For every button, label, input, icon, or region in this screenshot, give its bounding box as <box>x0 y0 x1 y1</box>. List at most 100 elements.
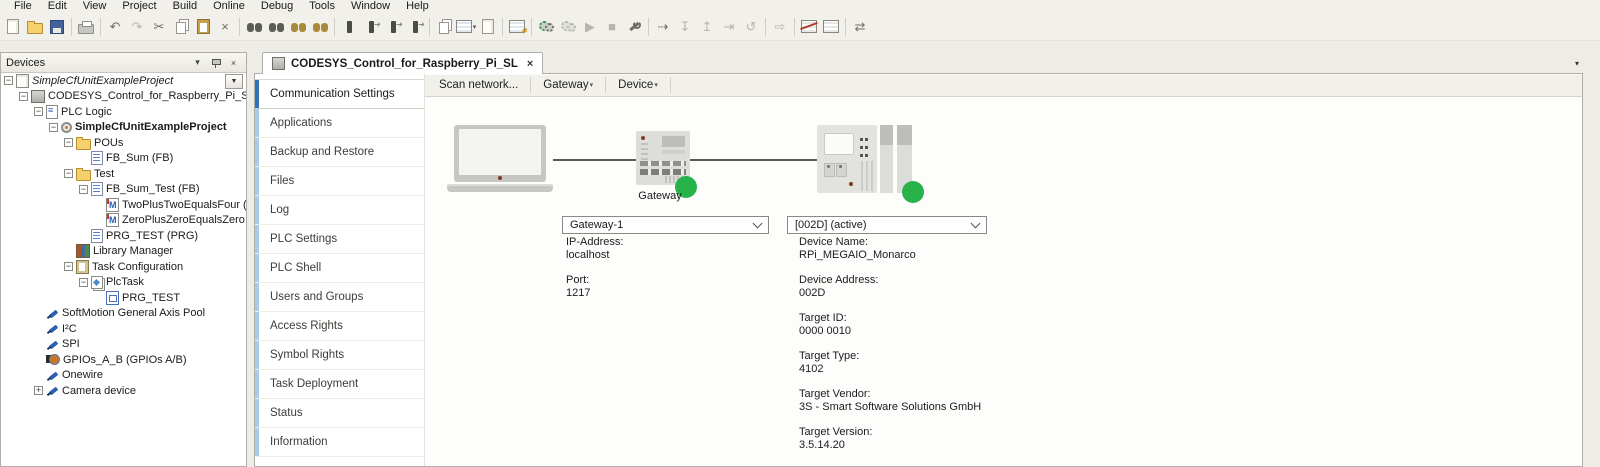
device-combo[interactable]: [002D] (active) <box>787 216 987 234</box>
menu-project[interactable]: Project <box>114 0 164 12</box>
menu-tools[interactable]: Tools <box>301 0 343 12</box>
menu-file[interactable]: File <box>6 0 40 12</box>
copy-button[interactable] <box>170 16 192 38</box>
tree-item-softmotion-general-axis-pool[interactable]: SoftMotion General Axis Pool <box>1 306 246 322</box>
find-button[interactable] <box>243 16 265 38</box>
tree-expander[interactable]: − <box>79 278 88 287</box>
display-mode-button[interactable] <box>798 16 820 38</box>
tree-item-fb-sum-test-fb[interactable]: −FB_Sum_Test (FB) <box>1 182 246 198</box>
menu-build[interactable]: Build <box>165 0 205 12</box>
project-dropdown-button[interactable]: ▼ <box>225 74 243 89</box>
menu-debug[interactable]: Debug <box>253 0 301 12</box>
clear-bookmarks-button[interactable] <box>404 16 426 38</box>
tree-item-codesys-control-for-raspberry-pi-sl-codesy[interactable]: −CODESYS_Control_for_Raspberry_Pi_SL (CO… <box>1 89 246 105</box>
step-into-button[interactable]: ↧ <box>674 16 696 38</box>
plc-device-graphic[interactable] <box>817 125 912 193</box>
paste-button[interactable] <box>192 16 214 38</box>
tree-item-fb-sum-fb[interactable]: FB_Sum (FB) <box>1 151 246 167</box>
nav-item-applications[interactable]: Applications <box>255 109 424 138</box>
tree-expander[interactable]: − <box>64 138 73 147</box>
nav-item-plc-settings[interactable]: PLC Settings <box>255 225 424 254</box>
tree-item-plctask[interactable]: −PlcTask <box>1 275 246 291</box>
tree-item-zeropluszeroequalszero-priv[interactable]: ZeroPlusZeroEqualsZero (priv <box>1 213 246 229</box>
tree-expander[interactable]: − <box>19 92 28 101</box>
tree-item-i-c[interactable]: I²C <box>1 321 246 337</box>
menu-help[interactable]: Help <box>398 0 437 12</box>
step-over-button[interactable]: ⇢ <box>652 16 674 38</box>
nav-item-users-and-groups[interactable]: Users and Groups <box>255 283 424 312</box>
logout-button[interactable] <box>557 16 579 38</box>
devices-close-button[interactable]: × <box>226 56 241 70</box>
refresh-button[interactable]: ⇄ <box>849 16 871 38</box>
replace-in-project-button[interactable] <box>309 16 331 38</box>
tree-expander[interactable]: − <box>79 185 88 194</box>
watch-button[interactable] <box>820 16 842 38</box>
tree-item-prg-test[interactable]: PRG_TEST <box>1 290 246 306</box>
tab-overflow-icon[interactable]: ▾ <box>1575 59 1579 68</box>
breakpoint-button[interactable]: ⇨ <box>769 16 791 38</box>
nav-item-task-deployment[interactable]: Task Deployment <box>255 370 424 399</box>
tree-expander[interactable]: − <box>64 169 73 178</box>
gateway-button[interactable]: Gateway▾ <box>533 78 603 92</box>
nav-item-access-rights[interactable]: Access Rights <box>255 312 424 341</box>
devices-dropdown-button[interactable]: ▾ <box>190 56 205 70</box>
tree-item-library-manager[interactable]: Library Manager <box>1 244 246 260</box>
step-out-button[interactable]: ↥ <box>696 16 718 38</box>
menu-edit[interactable]: Edit <box>40 0 75 12</box>
tree-item-prg-test-prg[interactable]: PRG_TEST (PRG) <box>1 228 246 244</box>
nav-item-backup-and-restore[interactable]: Backup and Restore <box>255 138 424 167</box>
tab-close-icon[interactable]: × <box>527 58 533 70</box>
nav-item-information[interactable]: Information <box>255 428 424 457</box>
nav-item-plc-shell[interactable]: PLC Shell <box>255 254 424 283</box>
reset-warm-button[interactable]: ↺ <box>740 16 762 38</box>
undo-button[interactable]: ↶ <box>104 16 126 38</box>
device-button[interactable]: Device▾ <box>608 78 668 92</box>
tree-item-test[interactable]: −Test <box>1 166 246 182</box>
nav-item-communication-settings[interactable]: Communication Settings <box>255 79 424 109</box>
redo-button[interactable]: ↷ <box>126 16 148 38</box>
stop-button[interactable]: ■ <box>601 16 623 38</box>
nav-item-files[interactable]: Files <box>255 167 424 196</box>
tree-item-simplecfunitexampleproject[interactable]: −SimpleCfUnitExampleProject <box>1 120 246 136</box>
toggle-bookmark-button[interactable] <box>338 16 360 38</box>
tree-expander[interactable]: − <box>4 76 13 85</box>
tree-item-camera-device[interactable]: +Camera device <box>1 383 246 399</box>
menu-online[interactable]: Online <box>205 0 253 12</box>
tree-item-plc-logic[interactable]: −PLC Logic <box>1 104 246 120</box>
previous-bookmark-button[interactable] <box>360 16 382 38</box>
new-file-button[interactable] <box>2 16 24 38</box>
next-bookmark-button[interactable] <box>382 16 404 38</box>
replace-button[interactable] <box>265 16 287 38</box>
cut-button[interactable]: ✂ <box>148 16 170 38</box>
open-project-button[interactable] <box>24 16 46 38</box>
login-button[interactable] <box>535 16 557 38</box>
tree-item-gpios-a-b-gpios-a-b[interactable]: GPIOs_A_B (GPIOs A/B) <box>1 352 246 368</box>
find-in-project-button[interactable] <box>287 16 309 38</box>
menu-window[interactable]: Window <box>343 0 398 12</box>
nav-item-log[interactable]: Log <box>255 196 424 225</box>
tree-expander[interactable]: − <box>34 107 43 116</box>
insert-assistant-button[interactable]: ▾ <box>455 16 477 38</box>
tree-item-task-configuration[interactable]: −Task Configuration <box>1 259 246 275</box>
build-button[interactable] <box>506 16 528 38</box>
tree-expander[interactable]: − <box>49 123 58 132</box>
online-config-button[interactable] <box>623 16 645 38</box>
start-button[interactable]: ▶ <box>579 16 601 38</box>
gateway-combo[interactable]: Gateway-1 <box>562 216 769 234</box>
print-button[interactable] <box>75 16 97 38</box>
tree-item-simplecfunitexampleproject[interactable]: −SimpleCfUnitExampleProject▼ <box>1 73 246 89</box>
tree-item-pous[interactable]: −POUs <box>1 135 246 151</box>
tab-codesys-control[interactable]: CODESYS_Control_for_Raspberry_Pi_SL × <box>262 52 543 74</box>
nav-item-status[interactable]: Status <box>255 399 424 428</box>
menu-view[interactable]: View <box>75 0 115 12</box>
new-object-button[interactable] <box>477 16 499 38</box>
scan-network-button[interactable]: Scan network... <box>429 78 528 92</box>
delete-button[interactable]: × <box>214 16 236 38</box>
tree-item-twoplustwoequalsfour-priva[interactable]: TwoPlusTwoEqualsFour (priva <box>1 197 246 213</box>
tree-item-spi[interactable]: SPI <box>1 337 246 353</box>
run-to-cursor-button[interactable]: ⇥ <box>718 16 740 38</box>
tree-expander[interactable]: + <box>34 386 43 395</box>
compile-button[interactable] <box>433 16 455 38</box>
pin-icon[interactable] <box>208 56 223 70</box>
tree-item-onewire[interactable]: Onewire <box>1 368 246 384</box>
